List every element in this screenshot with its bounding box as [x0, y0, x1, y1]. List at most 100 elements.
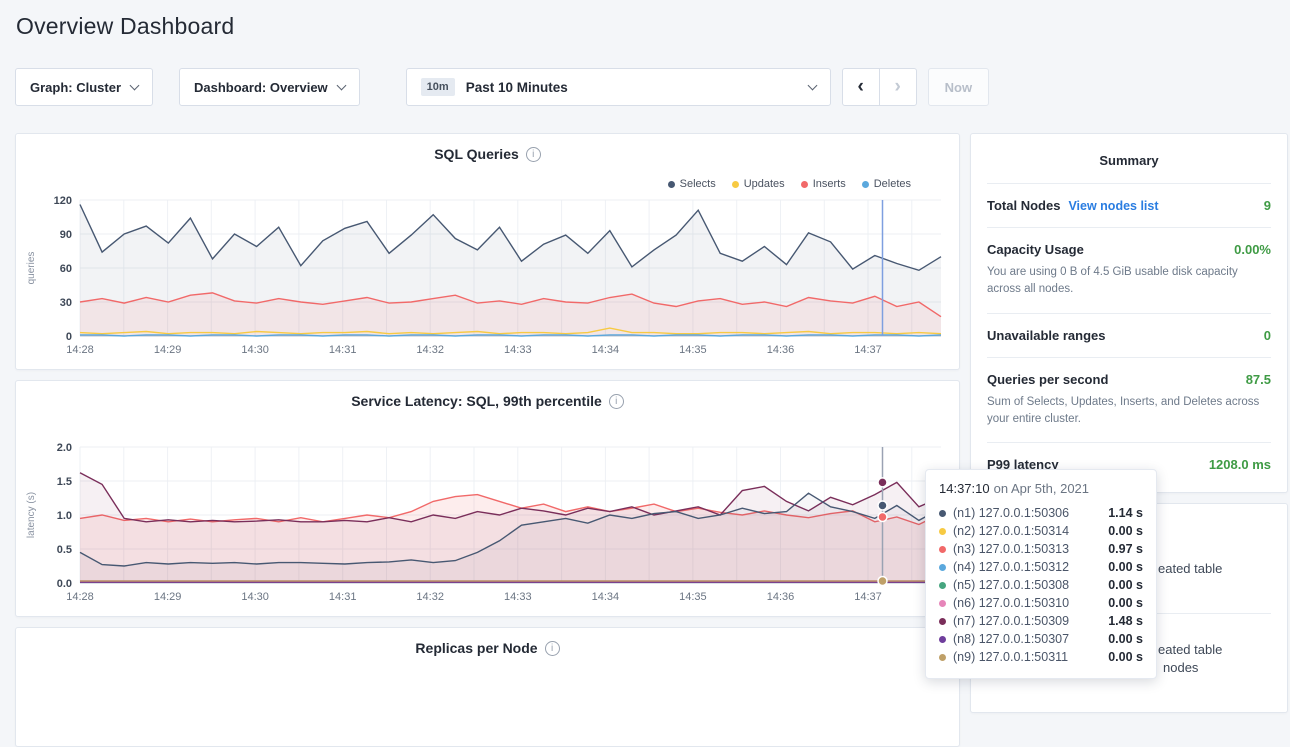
tooltip-date: on Apr 5th, 2021: [994, 481, 1089, 496]
summary-qps: Queries per second 87.5 Sum of Selects, …: [987, 357, 1271, 443]
now-button[interactable]: Now: [928, 68, 989, 106]
svg-text:14:30: 14:30: [241, 344, 269, 356]
legend-item-updates[interactable]: Updates: [732, 178, 785, 190]
tooltip-node-value: 0.97 s: [1108, 542, 1143, 556]
tooltip-node-label: (n8) 127.0.0.1:50307: [953, 632, 1069, 646]
legend-label: Inserts: [813, 178, 846, 190]
legend-dot-icon: [732, 181, 739, 188]
svg-text:14:37: 14:37: [854, 591, 882, 603]
chevron-down-icon: [807, 80, 817, 90]
graph-dropdown-label: Graph: Cluster: [30, 80, 121, 95]
chart-header: SQL Queries i: [20, 134, 955, 174]
svg-text:0.5: 0.5: [57, 544, 72, 556]
svg-text:14:30: 14:30: [241, 591, 269, 603]
node-color-dot-icon: [939, 582, 946, 589]
unavailable-ranges-value: 0: [1264, 328, 1271, 343]
graph-dropdown[interactable]: Graph: Cluster: [15, 68, 153, 106]
chart-header: Service Latency: SQL, 99th percentile i: [20, 381, 955, 421]
tooltip-node-value: 0.00 s: [1108, 560, 1143, 574]
event-item-fragment[interactable]: eated table: [1158, 642, 1222, 657]
legend-dot-icon: [862, 181, 869, 188]
svg-text:14:31: 14:31: [329, 591, 357, 603]
node-color-dot-icon: [939, 510, 946, 517]
tooltip-node-label: (n5) 127.0.0.1:50308: [953, 578, 1069, 592]
time-range-label: Past 10 Minutes: [466, 80, 568, 95]
tooltip-node-value: 0.00 s: [1108, 596, 1143, 610]
svg-text:14:32: 14:32: [416, 591, 444, 603]
svg-text:14:31: 14:31: [329, 344, 357, 356]
svg-text:14:28: 14:28: [66, 591, 94, 603]
event-item-fragment[interactable]: eated table: [1158, 561, 1222, 576]
tooltip-row: (n5) 127.0.0.1:50308 0.00 s: [939, 576, 1143, 594]
info-icon[interactable]: i: [545, 641, 560, 656]
tooltip-node-label: (n2) 127.0.0.1:50314: [953, 524, 1069, 538]
summary-total-nodes: Total Nodes View nodes list 9: [987, 183, 1271, 227]
legend-label: Selects: [680, 178, 716, 190]
qps-label: Queries per second: [987, 372, 1108, 387]
chart-header: Replicas per Node i: [20, 628, 955, 668]
tooltip-row: (n1) 127.0.0.1:50306 1.14 s: [939, 504, 1143, 522]
time-prev-button[interactable]: ‹: [842, 68, 880, 106]
tooltip-row: (n6) 127.0.0.1:50310 0.00 s: [939, 594, 1143, 612]
chart-tooltip: 14:37:10 on Apr 5th, 2021 (n1) 127.0.0.1:…: [925, 469, 1157, 679]
tooltip-rows: (n1) 127.0.0.1:50306 1.14 s (n2) 127.0.0.1…: [939, 504, 1143, 666]
tooltip-node-label: (n1) 127.0.0.1:50306: [953, 506, 1069, 520]
svg-text:14:33: 14:33: [504, 591, 532, 603]
summary-panel: Summary Total Nodes View nodes list 9 Ca…: [970, 133, 1288, 493]
svg-text:60: 60: [60, 263, 72, 275]
legend-label: Updates: [744, 178, 785, 190]
tooltip-node-value: 1.14 s: [1108, 506, 1143, 520]
time-next-button[interactable]: ›: [879, 68, 917, 106]
qps-description: Sum of Selects, Updates, Inserts, and De…: [987, 394, 1271, 429]
unavailable-ranges-label: Unavailable ranges: [987, 328, 1106, 343]
svg-text:0: 0: [66, 331, 72, 343]
svg-text:1.5: 1.5: [57, 476, 72, 488]
svg-text:14:28: 14:28: [66, 344, 94, 356]
charts-column: SQL Queries i Selects Updates Inserts Delet…: [15, 133, 960, 747]
tooltip-row: (n9) 127.0.0.1:503110.00 s: [939, 648, 1143, 666]
node-color-dot-icon: [939, 654, 946, 661]
chart-title: Service Latency: SQL, 99th percentile: [351, 393, 602, 409]
toolbar: Graph: Cluster Dashboard: Overview 10m P…: [15, 68, 989, 106]
tooltip-time: 14:37:10: [939, 481, 990, 496]
sql-queries-chart-panel: SQL Queries i Selects Updates Inserts Delet…: [15, 133, 960, 370]
event-item-fragment[interactable]: nodes: [1163, 660, 1198, 675]
info-icon[interactable]: i: [526, 147, 541, 162]
time-range-badge: 10m: [421, 78, 455, 96]
svg-text:30: 30: [60, 297, 72, 309]
info-icon[interactable]: i: [609, 394, 624, 409]
svg-text:14:33: 14:33: [504, 344, 532, 356]
tooltip-row: (n7) 127.0.0.1:503091.48 s: [939, 612, 1143, 630]
node-color-dot-icon: [939, 528, 946, 535]
latency-chart-panel: Service Latency: SQL, 99th percentile i …: [15, 380, 960, 617]
total-nodes-label: Total Nodes: [987, 198, 1060, 213]
tooltip-node-label: (n3) 127.0.0.1:50313: [953, 542, 1069, 556]
tooltip-node-value: 0.00 s: [1108, 578, 1143, 592]
summary-unavailable-ranges: Unavailable ranges 0: [987, 313, 1271, 357]
chart-title: SQL Queries: [434, 146, 519, 162]
tooltip-row: (n8) 127.0.0.1:503070.00 s: [939, 630, 1143, 648]
legend-item-inserts[interactable]: Inserts: [801, 178, 846, 190]
svg-text:14:35: 14:35: [679, 344, 707, 356]
qps-value: 87.5: [1246, 372, 1271, 387]
tooltip-node-value: 0.00 s: [1108, 524, 1143, 538]
latency-chart-canvas[interactable]: 0.00.51.01.52.014:2814:2914:3014:3114:32…: [20, 441, 955, 609]
legend-item-selects[interactable]: Selects: [668, 178, 716, 190]
dashboard-dropdown[interactable]: Dashboard: Overview: [179, 68, 360, 106]
tooltip-node-label: (n6) 127.0.0.1:50310: [953, 596, 1069, 610]
sql-queries-chart-canvas[interactable]: 030609012014:2814:2914:3014:3114:3214:33…: [20, 194, 955, 362]
page-title: Overview Dashboard: [16, 13, 234, 40]
view-nodes-list-link[interactable]: View nodes list: [1068, 199, 1158, 213]
svg-text:1.0: 1.0: [57, 510, 72, 522]
legend-dot-icon: [668, 181, 675, 188]
total-nodes-value: 9: [1264, 198, 1271, 213]
sql-queries-legend: Selects Updates Inserts Deletes: [20, 174, 955, 194]
tooltip-node-value: 0.00 s: [1108, 650, 1143, 664]
time-range-dropdown[interactable]: 10m Past 10 Minutes: [406, 68, 831, 106]
dashboard-dropdown-label: Dashboard: Overview: [194, 80, 328, 95]
legend-item-deletes[interactable]: Deletes: [862, 178, 911, 190]
p99-latency-value: 1208.0 ms: [1209, 457, 1271, 472]
svg-text:14:34: 14:34: [592, 344, 620, 356]
legend-label: Deletes: [874, 178, 911, 190]
svg-text:14:37: 14:37: [854, 344, 882, 356]
